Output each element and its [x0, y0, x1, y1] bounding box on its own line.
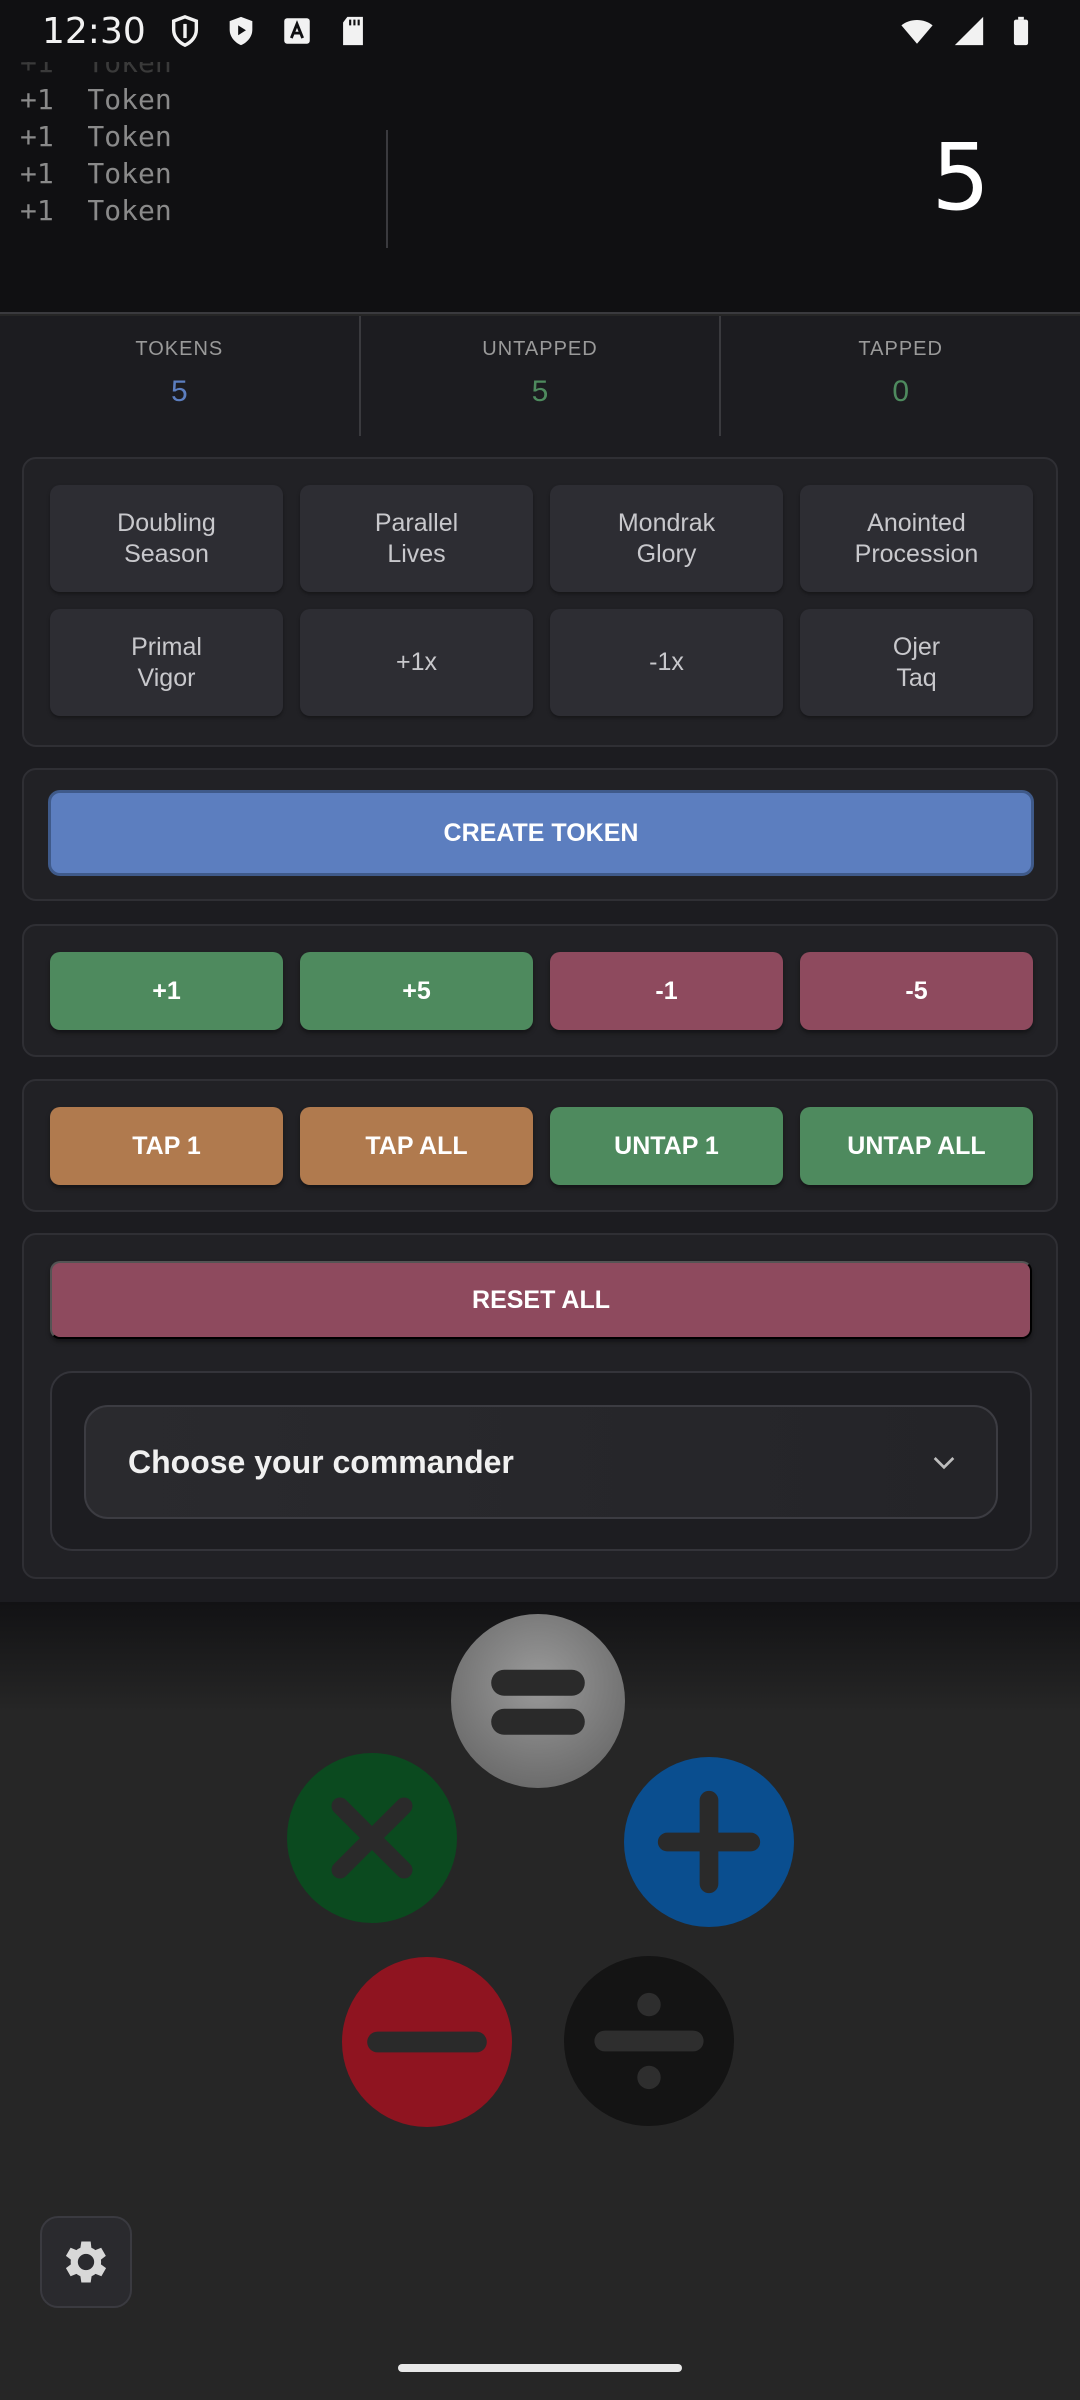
signal-icon: [954, 16, 984, 46]
create-token-card: CREATE TOKEN: [22, 768, 1058, 901]
stat-tokens: TOKENS 5: [0, 316, 361, 436]
history-entry: +1 Token: [20, 120, 172, 153]
navigation-bar: [0, 2382, 1080, 2400]
add-button[interactable]: [624, 1757, 794, 1927]
commander-dropdown[interactable]: Choose your commander: [84, 1405, 998, 1519]
stat-value-untapped: 5: [531, 375, 549, 408]
divide-button[interactable]: [564, 1956, 734, 2126]
stat-value-tapped: 0: [892, 375, 910, 408]
modifier-mondrak-glory-button[interactable]: Mondrak Glory: [550, 485, 783, 592]
divide-icon: [594, 1992, 704, 2090]
stat-label: TOKENS: [135, 338, 224, 360]
modifier-ojer-taq-button[interactable]: Ojer Taq: [800, 609, 1033, 716]
commander-dropdown-label: Choose your commander: [128, 1443, 514, 1480]
minus-icon: [367, 2031, 487, 2053]
history-entry: +1 Token: [20, 62, 172, 79]
stat-value-tokens: 5: [170, 375, 188, 408]
modifier-plus-1x-button[interactable]: +1x: [300, 609, 533, 716]
sd-card-icon: [342, 16, 363, 46]
status-bar: 12:30: [0, 0, 1080, 62]
gear-icon: [65, 2241, 107, 2283]
remove-one-button[interactable]: -1: [550, 952, 783, 1030]
add-five-button[interactable]: +5: [300, 952, 533, 1030]
history-entry: +1 Token: [20, 83, 172, 116]
font-a-icon: [284, 18, 310, 44]
multiply-icon: [331, 1797, 413, 1879]
commander-section: Choose your commander: [50, 1371, 1032, 1551]
reset-commander-card: RESET ALL Choose your commander: [22, 1233, 1058, 1579]
stat-tapped: TAPPED 0: [721, 316, 1080, 436]
modifier-doubling-season-button[interactable]: Doubling Season: [50, 485, 283, 592]
settings-button[interactable]: [40, 2216, 132, 2308]
chevron-down-icon: [933, 1457, 955, 1470]
history-entry: +1 Token: [20, 194, 172, 227]
tap-one-button[interactable]: TAP 1: [50, 1107, 283, 1185]
modifier-primal-vigor-button[interactable]: Primal Vigor: [50, 609, 283, 716]
subtract-button[interactable]: [342, 1957, 512, 2127]
stat-label: UNTAPPED: [482, 338, 598, 360]
equals-icon: [491, 1669, 585, 1735]
modifiers-card: Doubling Season Parallel Lives Mondrak G…: [22, 457, 1058, 747]
reset-all-button[interactable]: RESET ALL: [50, 1261, 1032, 1339]
modifier-anointed-procession-button[interactable]: Anointed Procession: [800, 485, 1033, 592]
battery-icon: [1013, 16, 1029, 46]
shield-icon: [171, 15, 198, 48]
plus-icon: [657, 1790, 761, 1894]
equals-button[interactable]: [451, 1614, 625, 1788]
modifier-parallel-lives-button[interactable]: Parallel Lives: [300, 485, 533, 592]
modifier-minus-1x-button[interactable]: -1x: [550, 609, 783, 716]
stat-untapped: UNTAPPED 5: [361, 316, 722, 436]
tap-buttons-card: TAP 1 TAP ALL UNTAP 1 UNTAP ALL: [22, 1079, 1058, 1212]
create-token-button[interactable]: CREATE TOKEN: [48, 790, 1034, 876]
history-log[interactable]: +1 Token +1 Token +1 Token +1 Token +1 T…: [20, 62, 380, 252]
remove-five-button[interactable]: -5: [800, 952, 1033, 1030]
display-value: 5: [931, 124, 990, 231]
stat-label: TAPPED: [858, 338, 943, 360]
calculator-display: +1 Token +1 Token +1 Token +1 Token +1 T…: [0, 62, 1080, 314]
add-one-button[interactable]: +1: [50, 952, 283, 1030]
token-stats: TOKENS 5 UNTAPPED 5 TAPPED 0: [0, 316, 1080, 436]
untap-one-button[interactable]: UNTAP 1: [550, 1107, 783, 1185]
status-time: 12:30: [42, 10, 146, 52]
home-indicator[interactable]: [398, 2364, 682, 2372]
history-entry: +1 Token: [20, 157, 172, 190]
untap-all-button[interactable]: UNTAP ALL: [800, 1107, 1033, 1185]
play-protect-icon: [229, 16, 253, 46]
wifi-icon: [901, 20, 933, 44]
divider: [386, 130, 388, 248]
count-buttons-card: +1 +5 -1 -5: [22, 924, 1058, 1057]
multiply-button[interactable]: [287, 1753, 457, 1923]
tap-all-button[interactable]: TAP ALL: [300, 1107, 533, 1185]
